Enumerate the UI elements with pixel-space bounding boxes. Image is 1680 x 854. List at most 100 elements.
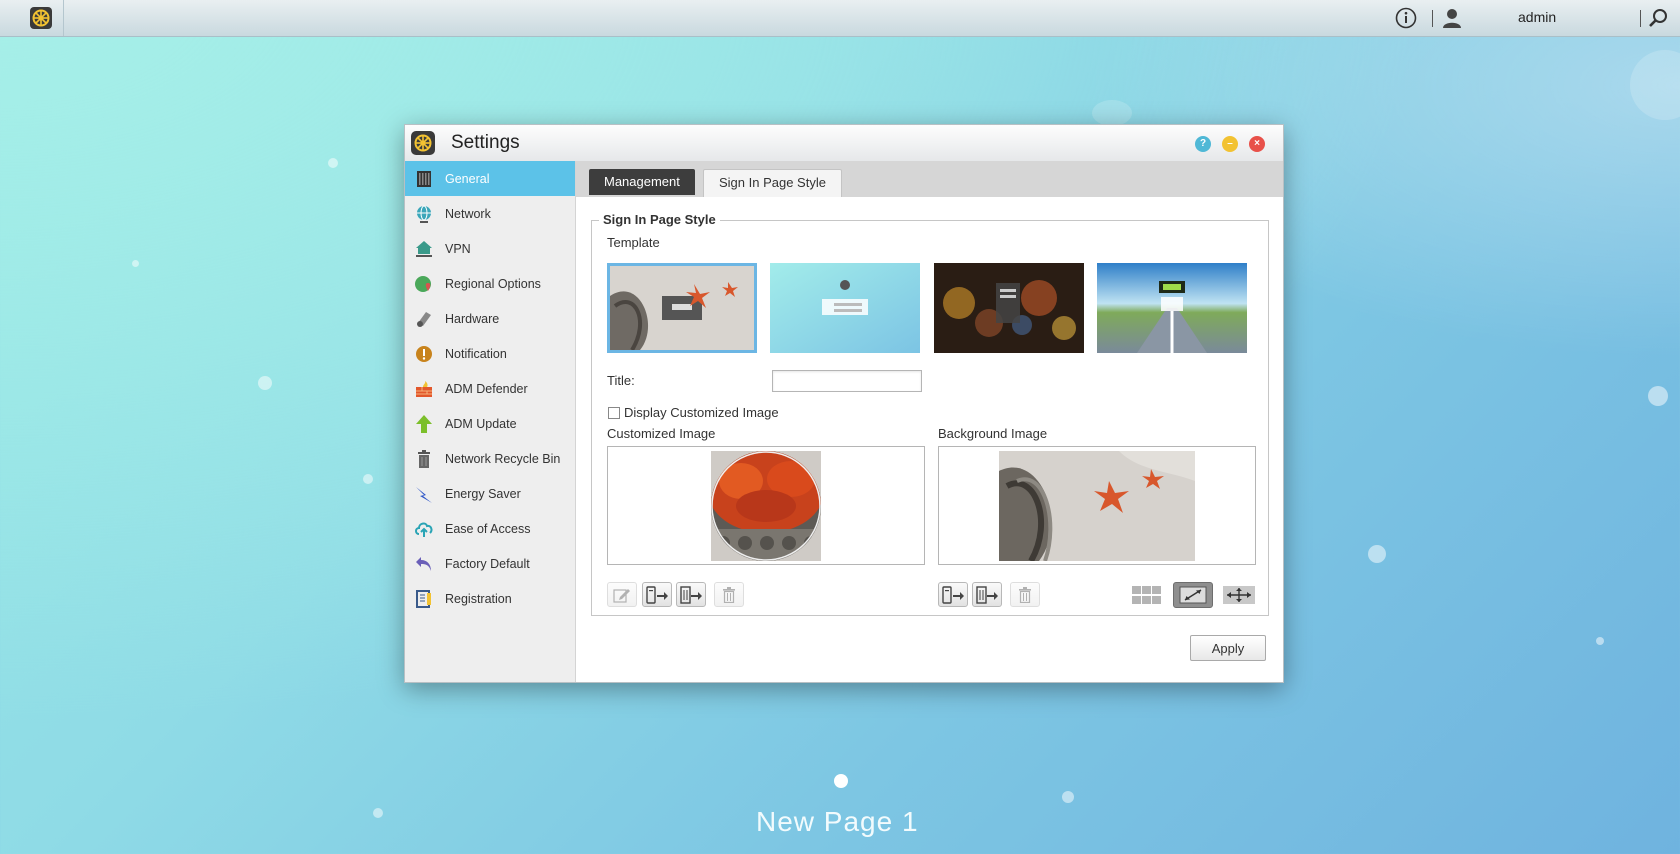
- sidebar-item-energy-saver[interactable]: Energy Saver: [405, 476, 575, 511]
- sidebar-item-label: Network: [445, 206, 491, 221]
- sidebar-item-vpn[interactable]: VPN: [405, 231, 575, 266]
- sidebar-item-regional-options[interactable]: Regional Options: [405, 266, 575, 301]
- vpn-icon: [416, 241, 432, 257]
- globe-icon: [417, 205, 431, 223]
- tab-sign-in-page-style[interactable]: Sign In Page Style: [703, 169, 842, 197]
- minimize-icon[interactable]: –: [1222, 136, 1238, 152]
- delete-background-image-button[interactable]: [1010, 582, 1040, 607]
- template-thumbnail-2[interactable]: [770, 263, 920, 353]
- page-indicator-dot[interactable]: [834, 774, 848, 788]
- title-input[interactable]: [772, 370, 922, 392]
- top-separator: [1640, 10, 1641, 27]
- background-image-preview: [999, 451, 1195, 561]
- sidebar-item-network-recycle-bin[interactable]: Network Recycle Bin: [405, 441, 575, 476]
- tab-management[interactable]: Management: [589, 169, 695, 195]
- top-separator: [1432, 10, 1433, 27]
- update-icon: [416, 415, 432, 433]
- background-sparkle: [363, 474, 373, 484]
- section-title: Sign In Page Style: [599, 212, 720, 227]
- display-customized-image-checkbox[interactable]: [608, 407, 620, 419]
- sidebar-item-factory-default[interactable]: Factory Default: [405, 546, 575, 581]
- edit-image-button[interactable]: [607, 582, 637, 607]
- device-upload-icon: [942, 585, 964, 604]
- close-icon[interactable]: ×: [1249, 136, 1265, 152]
- sidebar-item-label: Factory Default: [445, 556, 530, 571]
- display-customized-image-label[interactable]: Display Customized Image: [624, 405, 779, 420]
- sidebar-item-label: Registration: [445, 591, 512, 606]
- info-icon[interactable]: [1394, 6, 1418, 30]
- settings-app-icon: [411, 131, 435, 155]
- nas-upload-icon: [680, 585, 702, 604]
- sidebar-item-label: ADM Update: [445, 416, 517, 431]
- center-mode-button[interactable]: [1222, 582, 1256, 607]
- settings-content: Management Sign In Page Style Sign In Pa…: [576, 161, 1283, 682]
- background-sparkle: [1596, 637, 1604, 645]
- template-label: Template: [607, 235, 660, 250]
- template-thumbnail-1[interactable]: [607, 263, 757, 353]
- title-label: Title:: [607, 373, 635, 388]
- background-sparkle: [1648, 386, 1668, 406]
- user-icon[interactable]: [1440, 6, 1464, 30]
- undo-icon: [416, 557, 431, 571]
- background-sparkle: [1368, 545, 1386, 563]
- sidebar-item-registration[interactable]: Registration: [405, 581, 575, 616]
- center-icon: [1223, 585, 1255, 604]
- template-preview-image: [934, 263, 1084, 353]
- sidebar-item-label: Regional Options: [445, 276, 541, 291]
- sidebar-item-network[interactable]: Network: [405, 196, 575, 231]
- notification-icon: [416, 346, 432, 362]
- settings-sidebar: General Network VPN Regional Options Har…: [405, 161, 576, 682]
- background-sparkle: [328, 158, 338, 168]
- template-preview-image: [1097, 263, 1247, 353]
- template-thumbnail-4[interactable]: [1097, 263, 1247, 353]
- regional-icon: [415, 276, 431, 292]
- customized-image-preview: [711, 451, 821, 561]
- sidebar-item-notification[interactable]: Notification: [405, 336, 575, 371]
- upload-from-nas-button[interactable]: [676, 582, 706, 607]
- bg-upload-from-nas-button[interactable]: [972, 582, 1002, 607]
- sidebar-item-label: General: [445, 171, 490, 186]
- sidebar-item-label: Notification: [445, 346, 507, 361]
- tile-icon: [1132, 585, 1161, 604]
- sidebar-item-label: Hardware: [445, 311, 500, 326]
- apply-button[interactable]: Apply: [1190, 635, 1266, 661]
- device-upload-icon: [646, 585, 668, 604]
- sidebar-item-label: VPN: [445, 241, 471, 256]
- upload-from-device-button[interactable]: [642, 582, 672, 607]
- nas-upload-icon: [976, 585, 998, 604]
- help-icon[interactable]: ?: [1195, 136, 1211, 152]
- delete-customized-image-button[interactable]: [714, 582, 744, 607]
- sidebar-item-label: Energy Saver: [445, 486, 521, 501]
- sidebar-item-hardware[interactable]: Hardware: [405, 301, 575, 336]
- launcher-icon: [30, 7, 52, 29]
- tab-strip: Management Sign In Page Style: [576, 161, 1283, 197]
- general-icon: [417, 171, 431, 187]
- cloud-icon: [415, 522, 433, 537]
- background-sparkle: [1092, 100, 1132, 126]
- window-titlebar[interactable]: Settings ? – ×: [405, 125, 1283, 162]
- sidebar-item-adm-defender[interactable]: ADM Defender: [405, 371, 575, 406]
- customized-image-box: [607, 446, 925, 565]
- launcher-button[interactable]: [0, 0, 64, 36]
- desktop-page-label: New Page 1: [756, 806, 919, 837]
- tile-mode-button[interactable]: [1132, 582, 1162, 607]
- window-title: Settings: [451, 132, 520, 153]
- sidebar-item-adm-update[interactable]: ADM Update: [405, 406, 575, 441]
- stretch-icon: [1179, 586, 1207, 604]
- background-image-box: [938, 446, 1256, 565]
- search-icon[interactable]: [1646, 6, 1670, 30]
- trash-icon: [723, 586, 735, 603]
- stretch-mode-button[interactable]: [1173, 582, 1213, 608]
- settings-window: Settings ? – × General Network VPN Regio…: [404, 124, 1284, 683]
- background-sparkle: [1630, 50, 1680, 120]
- edit-icon: [613, 588, 630, 603]
- background-sparkle: [1062, 791, 1074, 803]
- background-sparkle: [258, 376, 272, 390]
- sidebar-item-label: Ease of Access: [445, 521, 531, 536]
- top-bar: admin: [0, 0, 1680, 37]
- template-thumbnail-3[interactable]: [934, 263, 1084, 353]
- bg-upload-from-device-button[interactable]: [938, 582, 968, 607]
- sidebar-item-ease-of-access[interactable]: Ease of Access: [405, 511, 575, 546]
- username-label[interactable]: admin: [1518, 9, 1556, 25]
- sidebar-item-general[interactable]: General: [405, 161, 575, 196]
